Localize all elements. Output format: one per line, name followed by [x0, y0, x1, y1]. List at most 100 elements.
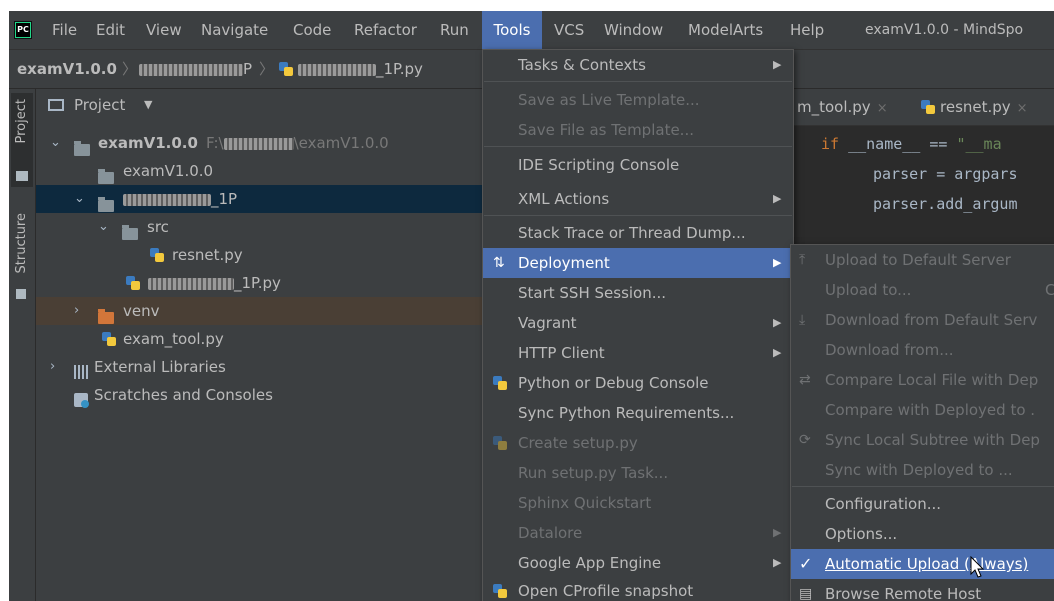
project-panel-title: Project [74, 96, 126, 114]
menu-item-tasks-contexts[interactable]: Tasks & Contexts ▶ [483, 50, 793, 80]
submenu-arrow-icon: ▶ [773, 316, 782, 329]
submenu-arrow-icon: ▶ [773, 556, 782, 569]
code-line-2[interactable]: parser = argpars [873, 165, 1018, 183]
menu-item-options[interactable]: Options... [791, 519, 1054, 549]
menu-vcs[interactable]: VCS [548, 11, 590, 49]
menu-item-configuration[interactable]: Configuration... [791, 489, 1054, 519]
editor-tab-exam-tool[interactable]: m_tool.py × [797, 89, 888, 125]
menu-item-sync-requirements[interactable]: Sync Python Requirements... [483, 398, 793, 428]
menu-item-upload-to[interactable]: Upload to... C [791, 275, 1054, 305]
breadcrumb-separator: 〉 [122, 60, 138, 78]
submenu-arrow-icon: ▶ [773, 526, 782, 539]
project-panel-header[interactable]: Project ▼ [36, 89, 490, 121]
chevron-down-icon[interactable]: ⌄ [50, 129, 61, 157]
tree-row-root[interactable]: ⌄ examV1.0.0 F:\ \examV1.0.0 [36, 129, 490, 157]
tree-row-venv[interactable]: › venv [36, 297, 490, 325]
menu-item-ssh-session[interactable]: Start SSH Session... [483, 278, 793, 308]
menu-item-download-default-server[interactable]: ⤓ Download from Default Serv [791, 305, 1054, 335]
close-icon[interactable]: × [877, 101, 888, 116]
folder-icon [98, 197, 114, 212]
project-tool-tab[interactable]: Project [11, 93, 33, 187]
tree-row-scratches[interactable]: Scratches and Consoles [36, 381, 490, 409]
tree-row-external-libraries[interactable]: › External Libraries [36, 353, 490, 381]
menu-run[interactable]: Run [434, 11, 475, 49]
scratches-icon [74, 393, 89, 408]
menu-item-save-live-template[interactable]: Save as Live Template... [483, 85, 793, 115]
breadcrumb-project[interactable]: examV1.0.0 [17, 50, 117, 88]
window-title: examV1.0.0 - MindSpo [865, 22, 1024, 38]
chevron-down-icon[interactable]: ⌄ [74, 185, 85, 213]
library-icon [74, 365, 88, 379]
tool-window-strip: Project Structure [9, 89, 36, 601]
menu-item-datalore[interactable]: Datalore ▶ [483, 518, 793, 548]
chevron-right-icon[interactable]: › [74, 297, 79, 325]
tree-label-examv: examV1.0.0 [123, 162, 214, 180]
menu-item-compare-local-file[interactable]: ⇄ Compare Local File with Dep [791, 365, 1054, 395]
deployment-icon: ⇅ [493, 255, 505, 271]
code-line-1[interactable]: if __name__ == "__ma [821, 135, 1002, 153]
menu-separator [484, 215, 792, 216]
menu-code[interactable]: Code [287, 11, 337, 49]
chevron-right-icon[interactable]: › [50, 353, 55, 381]
upload-icon: ⤒ [799, 252, 806, 268]
close-icon[interactable]: × [1017, 101, 1028, 116]
tree-row-main-file[interactable]: _1P.py [36, 269, 490, 297]
menu-item-google-app-engine[interactable]: Google App Engine ▶ [483, 548, 793, 578]
menu-item-vagrant[interactable]: Vagrant ▶ [483, 308, 793, 338]
tree-row-examv[interactable]: examV1.0.0 [36, 157, 490, 185]
menu-refactor[interactable]: Refactor [348, 11, 423, 49]
menu-item-http-client[interactable]: HTTP Client ▶ [483, 338, 793, 368]
ide-window: PC File Edit View Navigate Code Refactor… [9, 11, 1054, 601]
menu-item-xml-actions[interactable]: XML Actions ▶ [483, 184, 793, 214]
menu-item-python-console[interactable]: Python or Debug Console [483, 368, 793, 398]
menu-item-browse-remote-host[interactable]: ▤ Browse Remote Host [791, 579, 1054, 601]
editor-tab-resnet[interactable]: resnet.py × [921, 89, 1028, 125]
chevron-down-icon[interactable]: ▼ [144, 89, 152, 121]
menu-view[interactable]: View [140, 11, 188, 49]
menu-item-sphinx-quickstart[interactable]: Sphinx Quickstart [483, 488, 793, 518]
python-file-icon [126, 276, 140, 290]
redacted-text [148, 277, 234, 290]
menu-item-sync-deployed[interactable]: Sync with Deployed to ... [791, 455, 1054, 485]
menu-item-stack-trace[interactable]: Stack Trace or Thread Dump... [483, 218, 793, 248]
menu-edit[interactable]: Edit [90, 11, 131, 49]
folder-icon [98, 169, 114, 184]
python-file-icon [921, 100, 935, 114]
checkmark-icon: ✓ [799, 554, 813, 573]
tree-row-selected-folder[interactable]: ⌄ _1P [36, 185, 490, 213]
structure-tool-tab[interactable]: Structure [11, 207, 33, 307]
menu-item-deployment[interactable]: ⇅ Deployment ▶ [483, 248, 793, 278]
tree-row-src[interactable]: ⌄ src [36, 213, 490, 241]
tree-label-folder: _1P [123, 185, 237, 213]
menu-item-upload-default-server[interactable]: ⤒ Upload to Default Server [791, 245, 1054, 275]
chevron-down-icon[interactable]: ⌄ [98, 213, 109, 241]
compare-icon: ⇄ [799, 372, 811, 388]
tree-row-resnet[interactable]: resnet.py [36, 241, 490, 269]
tree-label-external-libraries: External Libraries [94, 358, 226, 376]
menu-bar: PC File Edit View Navigate Code Refactor… [9, 11, 1054, 50]
menu-item-automatic-upload[interactable]: ✓ Automatic Upload (Always) [791, 549, 1054, 579]
menu-item-save-file-template[interactable]: Save File as Template... [483, 115, 793, 145]
menu-item-ide-scripting-console[interactable]: IDE Scripting Console [483, 150, 793, 180]
menu-item-sync-local-subtree[interactable]: ⟳ Sync Local Subtree with Dep [791, 425, 1054, 455]
menu-item-open-cprofile[interactable]: Open CProfile snapshot [483, 576, 793, 601]
tree-label-scratches: Scratches and Consoles [94, 386, 273, 404]
code-line-3[interactable]: parser.add_argum [873, 195, 1018, 213]
breadcrumb-folder[interactable]: P [139, 50, 252, 88]
folder-icon [122, 225, 138, 240]
tree-label-venv: venv [123, 302, 160, 320]
menu-modelarts[interactable]: ModelArts [682, 11, 769, 49]
python-file-icon [150, 248, 164, 262]
menu-navigate[interactable]: Navigate [195, 11, 274, 49]
menu-tools[interactable]: Tools [482, 11, 542, 49]
menu-item-run-setup-task[interactable]: Run setup.py Task... [483, 458, 793, 488]
menu-item-download-from[interactable]: Download from... [791, 335, 1054, 365]
menu-help[interactable]: Help [784, 11, 830, 49]
menu-window[interactable]: Window [598, 11, 669, 49]
menu-item-compare-deployed[interactable]: Compare with Deployed to . [791, 395, 1054, 425]
menu-item-create-setup[interactable]: Create setup.py [483, 428, 793, 458]
menu-file[interactable]: File [46, 11, 83, 49]
tree-row-exam-tool[interactable]: exam_tool.py [36, 325, 490, 353]
breadcrumb-file[interactable]: _1P.py [279, 50, 423, 88]
tree-label-root: examV1.0.0 [98, 134, 198, 152]
